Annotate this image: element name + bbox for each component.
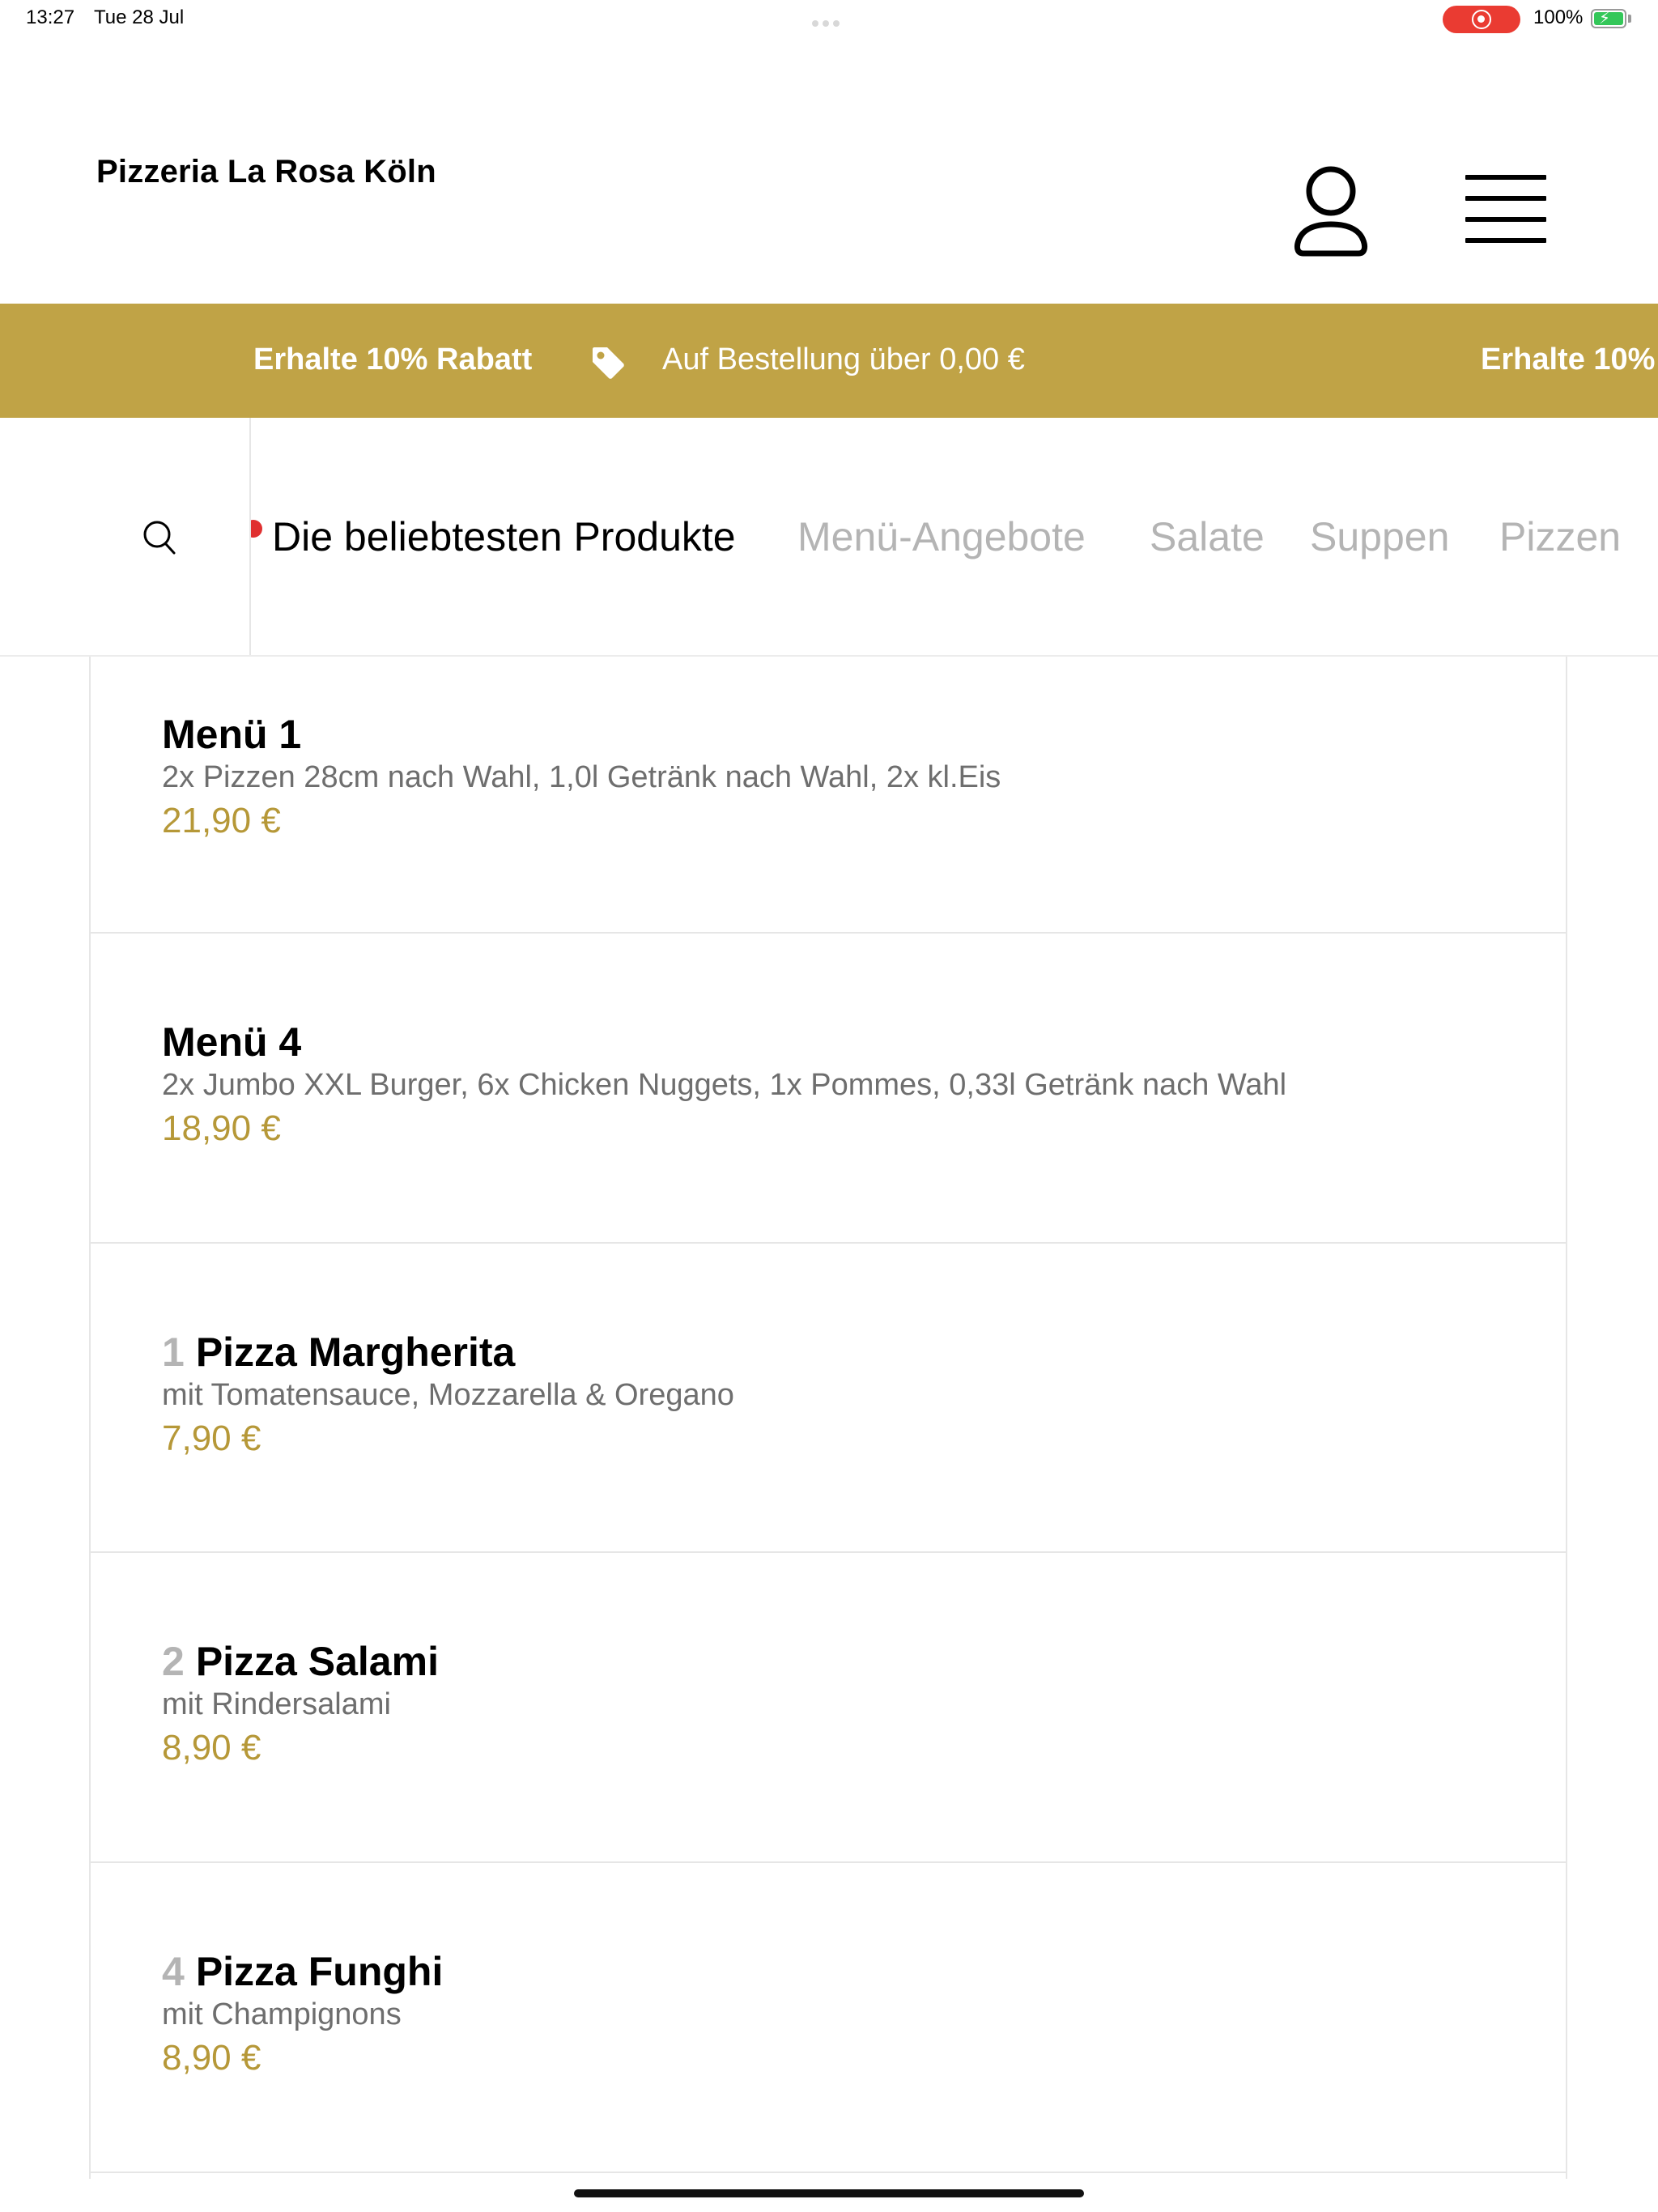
product-number: 4: [162, 1949, 185, 1994]
product-number: 2: [162, 1639, 185, 1684]
battery-percentage: 100%: [1533, 6, 1584, 28]
product-title: Menü 1: [162, 711, 301, 758]
tab-die-beliebtesten-produkte[interactable]: Die beliebtesten Produkte: [272, 513, 736, 560]
screen-recording-indicator[interactable]: [1443, 6, 1520, 33]
product-number: 1: [162, 1329, 185, 1375]
product-item[interactable]: 2 Pizza Salami mit Rindersalami 8,90 €: [91, 1553, 1566, 1863]
product-name: Menü 4: [162, 1019, 302, 1065]
hamburger-menu-button[interactable]: [1465, 175, 1546, 246]
discount-title-repeat: Erhalte 10%: [1481, 342, 1656, 376]
product-price: 7,90 €: [162, 1419, 261, 1458]
status-bar: 13:27 Tue 28 Jul 100% ⚡: [0, 0, 1658, 39]
product-item[interactable]: Menü 1 2x Pizzen 28cm nach Wahl, 1,0l Ge…: [91, 657, 1566, 934]
tab-menue-angebote[interactable]: Menü-Angebote: [797, 513, 1086, 560]
product-item[interactable]: 4 Pizza Funghi mit Champignons 8,90 €: [91, 1863, 1566, 2173]
product-description: mit Rindersalami: [162, 1687, 391, 1721]
search-icon: [143, 521, 176, 555]
discount-title: Erhalte 10% Rabatt: [253, 342, 533, 376]
multitasking-dots-icon[interactable]: [812, 16, 846, 27]
discount-condition: Auf Bestellung über 0,00 €: [662, 342, 1025, 376]
category-bar: Die beliebtesten Produkte Menü-Angebote …: [0, 418, 1658, 657]
product-price: 8,90 €: [162, 2038, 261, 2078]
product-title: Menü 4: [162, 1019, 301, 1066]
product-item[interactable]: Menü 4 2x Jumbo XXL Burger, 6x Chicken N…: [91, 934, 1566, 1244]
record-icon: [1472, 10, 1491, 29]
tab-suppen[interactable]: Suppen: [1310, 513, 1449, 560]
product-description: 2x Jumbo XXL Burger, 6x Chicken Nuggets,…: [162, 1068, 1287, 1102]
product-price: 18,90 €: [162, 1108, 281, 1148]
status-time: 13:27: [26, 6, 75, 28]
menu-line: [1465, 238, 1546, 243]
product-list: Menü 1 2x Pizzen 28cm nach Wahl, 1,0l Ge…: [89, 657, 1567, 2179]
product-item[interactable]: 1 Pizza Margherita mit Tomatensauce, Mozz…: [91, 1244, 1566, 1553]
menu-line: [1465, 196, 1546, 201]
product-description: 2x Pizzen 28cm nach Wahl, 1,0l Getränk n…: [162, 760, 1001, 794]
product-title: 2 Pizza Salami: [162, 1638, 439, 1685]
product-price: 8,90 €: [162, 1728, 261, 1767]
home-indicator[interactable]: [574, 2189, 1084, 2197]
user-account-button[interactable]: [1294, 164, 1368, 260]
tab-salate[interactable]: Salate: [1150, 513, 1265, 560]
charging-bolt-icon: ⚡: [1599, 10, 1611, 28]
battery-tip: [1628, 15, 1631, 23]
category-tabs[interactable]: Die beliebtesten Produkte Menü-Angebote …: [251, 418, 1658, 655]
tab-pizzen[interactable]: Pizzen: [1499, 513, 1621, 560]
product-name: Menü 1: [162, 712, 302, 757]
tag-icon: [593, 347, 624, 379]
product-name: Pizza Margherita: [195, 1329, 516, 1375]
product-title: 1 Pizza Margherita: [162, 1329, 515, 1376]
app-header: Pizzeria La Rosa Köln: [0, 39, 1658, 304]
active-category-indicator: [251, 520, 262, 538]
product-name: Pizza Funghi: [195, 1949, 444, 1994]
product-description: mit Tomatensauce, Mozzarella & Oregano: [162, 1378, 734, 1412]
product-price: 21,90 €: [162, 801, 281, 840]
restaurant-name[interactable]: Pizzeria La Rosa Köln: [96, 154, 436, 190]
status-date: Tue 28 Jul: [94, 6, 185, 28]
product-name: Pizza Salami: [195, 1639, 439, 1684]
search-button[interactable]: [0, 418, 251, 655]
product-title: 4 Pizza Funghi: [162, 1948, 443, 1995]
discount-banner[interactable]: Erhalte 10% Rabatt Auf Bestellung über 0…: [0, 304, 1658, 418]
user-icon: [1294, 166, 1368, 257]
menu-line: [1465, 217, 1546, 222]
product-description: mit Champignons: [162, 1997, 402, 2031]
menu-line: [1465, 175, 1546, 180]
